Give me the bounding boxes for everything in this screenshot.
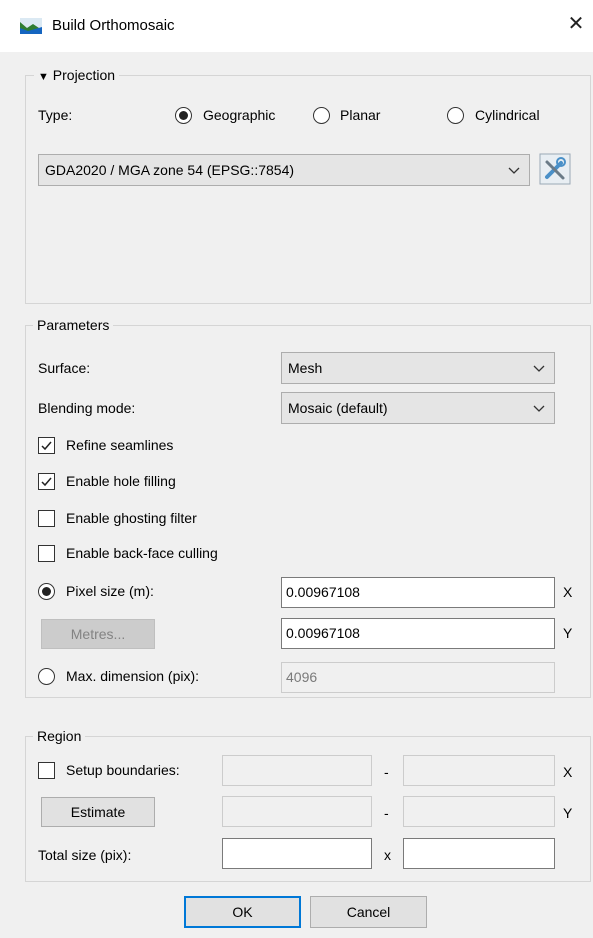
tools-icon [539,153,571,185]
radio-planar[interactable] [313,107,330,124]
surface-select[interactable]: Mesh [281,352,555,384]
collapse-triangle-icon[interactable]: ▼ [38,71,49,83]
chevron-down-icon [508,167,520,174]
projection-legend[interactable]: ▼ Projection [34,67,120,83]
cancel-button[interactable]: Cancel [310,896,427,928]
hole-filling-checkbox[interactable] [38,473,55,490]
pixel-size-label: Pixel size (m): [66,583,154,599]
chevron-down-icon [533,405,545,412]
max-dimension-input[interactable]: 4096 [281,662,555,693]
window-title: Build Orthomosaic [52,17,175,34]
boundary-y-min-input[interactable] [222,796,372,827]
range-dash: - [384,805,389,821]
total-size-label: Total size (pix): [38,847,132,863]
backface-culling-checkbox[interactable] [38,545,55,562]
checkmark-icon [41,441,52,451]
boundary-x-min-input[interactable] [222,755,372,786]
pixel-size-x-input[interactable]: 0.00967108 [281,577,555,608]
boundary-x-max-input[interactable] [403,755,555,786]
type-label: Type: [38,107,73,123]
checkmark-icon [41,477,52,487]
pixel-size-y-input[interactable]: 0.00967108 [281,618,555,649]
max-dimension-label: Max. dimension (pix): [66,668,200,684]
hole-filling-label: Enable hole filling [66,473,176,489]
surface-value: Mesh [288,360,323,376]
total-size-height-input[interactable] [403,838,555,869]
refine-seamlines-label: Refine seamlines [66,437,174,453]
max-dimension-radio[interactable] [38,668,55,685]
x-axis-label: X [563,764,573,780]
estimate-button[interactable]: Estimate [41,797,155,827]
blending-mode-value: Mosaic (default) [288,400,388,416]
ok-button[interactable]: OK [184,896,301,928]
refine-seamlines-checkbox[interactable] [38,437,55,454]
radio-cylindrical-label: Cylindrical [475,107,540,123]
crs-value: GDA2020 / MGA zone 54 (EPSG::7854) [45,162,295,178]
app-logo-icon [20,18,42,34]
ghosting-filter-checkbox[interactable] [38,510,55,527]
close-icon[interactable]: ✕ [564,12,588,36]
radio-cylindrical[interactable] [447,107,464,124]
radio-geographic-label: Geographic [203,107,276,123]
pixel-size-radio[interactable] [38,583,55,600]
setup-boundaries-label: Setup boundaries: [66,762,180,778]
chevron-down-icon [533,365,545,372]
parameters-legend: Parameters [33,317,114,333]
x-axis-label: X [563,584,573,600]
range-dash: - [384,764,389,780]
ghosting-filter-label: Enable ghosting filter [66,510,197,526]
y-axis-label: Y [563,805,573,821]
crs-settings-button[interactable] [539,153,571,185]
radio-planar-label: Planar [340,107,381,123]
blending-mode-label: Blending mode: [38,400,136,416]
setup-boundaries-checkbox[interactable] [38,762,55,779]
surface-label: Surface: [38,360,91,376]
boundary-y-max-input[interactable] [403,796,555,827]
crs-select[interactable]: GDA2020 / MGA zone 54 (EPSG::7854) [38,154,530,186]
backface-culling-label: Enable back-face culling [66,545,218,561]
radio-geographic[interactable] [175,107,192,124]
blending-mode-select[interactable]: Mosaic (default) [281,392,555,424]
region-legend: Region [33,728,86,744]
y-axis-label: Y [563,625,573,641]
times-sign: x [384,847,391,863]
metres-button[interactable]: Metres... [41,619,155,649]
total-size-width-input[interactable] [222,838,372,869]
title-bar: Build Orthomosaic ✕ [0,0,593,52]
